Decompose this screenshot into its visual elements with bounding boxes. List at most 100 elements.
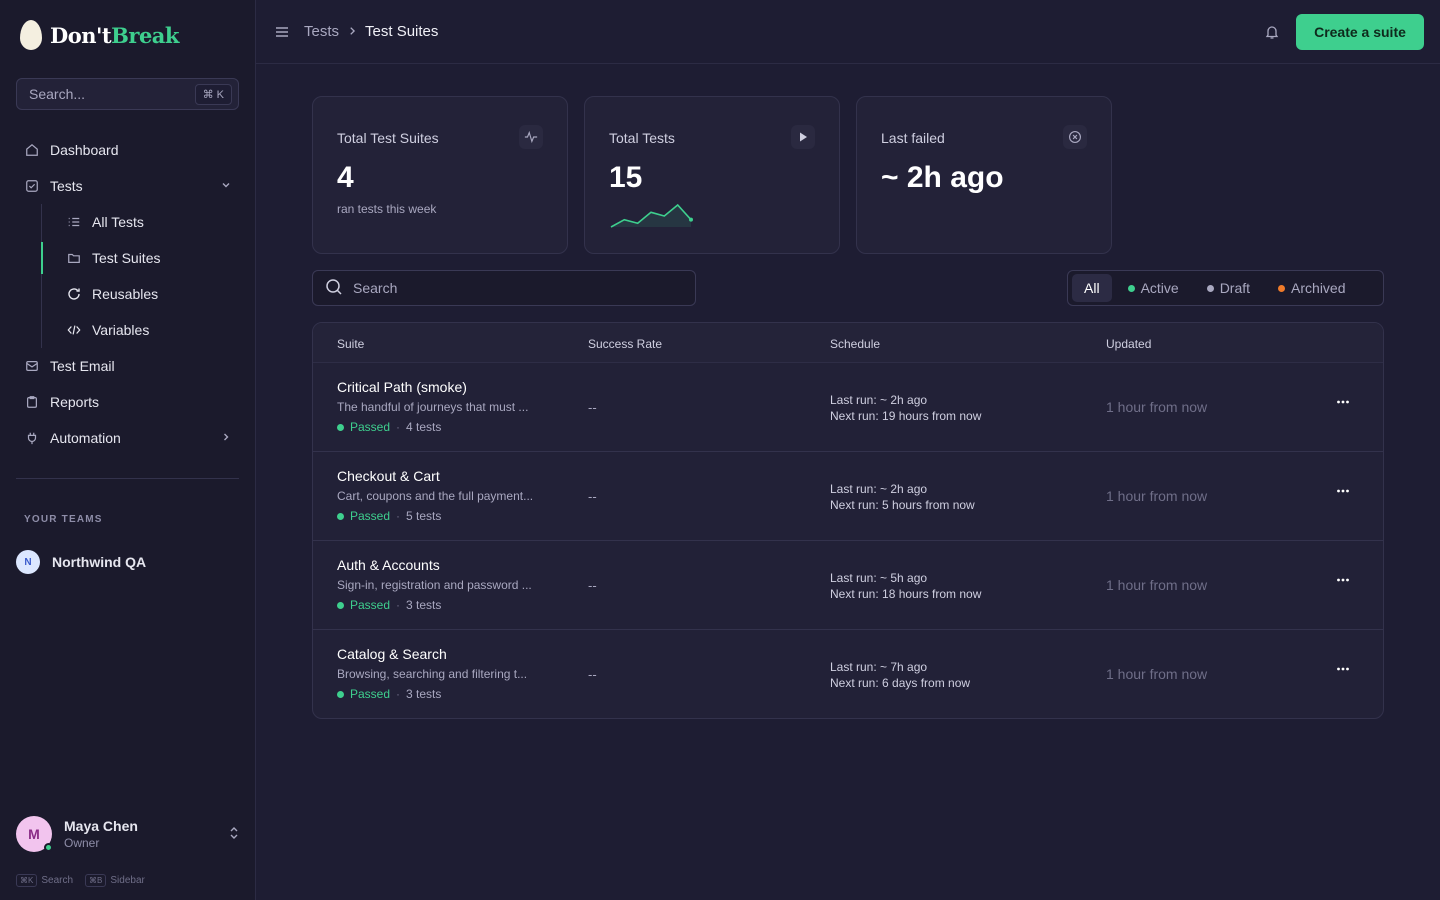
chevron-down-icon[interactable] (220, 179, 232, 194)
stat-card-last-failed: Last failed ~ 2h ago (856, 96, 1112, 254)
meta-separator: · (396, 598, 401, 612)
menu-icon[interactable] (274, 24, 290, 40)
team-item[interactable]: N Northwind QA (16, 550, 146, 574)
stat-label: Total Test Suites (337, 130, 439, 146)
sidebar-item-automation[interactable]: Automation (16, 420, 240, 456)
success-rate: -- (588, 667, 597, 682)
suite-meta: Passed · 3 tests (337, 598, 567, 612)
column-header-success-rate[interactable]: Success Rate (588, 337, 662, 351)
sidebar-item-test-suites[interactable]: Test Suites (41, 240, 240, 276)
activity-icon (519, 125, 543, 149)
more-options-icon[interactable] (1333, 573, 1353, 597)
breadcrumb-current: Test Suites (365, 23, 439, 40)
filter-active[interactable]: Active (1116, 274, 1191, 302)
sidebar-item-label: Reusables (92, 286, 159, 302)
code-icon (66, 322, 82, 338)
success-rate: -- (588, 578, 597, 593)
sidebar-item-label: Dashboard (50, 142, 119, 158)
list-icon (66, 214, 82, 230)
status-dot (337, 690, 344, 698)
suite-meta: Passed · 4 tests (337, 420, 567, 434)
column-header-updated[interactable]: Updated (1106, 337, 1151, 351)
filter-draft[interactable]: Draft (1195, 274, 1262, 302)
table-row[interactable]: Critical Path (smoke) The handful of jour… (313, 363, 1383, 452)
user-role: Owner (64, 836, 100, 850)
sidebar-item-reusables[interactable]: Reusables (42, 276, 240, 312)
chevron-right-icon[interactable] (220, 431, 232, 446)
suite-name[interactable]: Checkout & Cart (337, 468, 567, 484)
more-options-icon[interactable] (1333, 395, 1353, 419)
sidebar-nav: Dashboard Tests All Tests Test Suites Re… (16, 132, 240, 456)
stat-value: 4 (337, 161, 354, 194)
suites-table: Suite Success Rate Schedule Updated Crit… (312, 322, 1384, 719)
bell-icon[interactable] (1264, 24, 1280, 40)
teams-heading: YOUR TEAMS (24, 514, 103, 525)
suite-name[interactable]: Catalog & Search (337, 646, 567, 662)
more-options-icon[interactable] (1333, 484, 1353, 508)
suite-meta: Passed · 3 tests (337, 687, 567, 701)
sidebar-item-variables[interactable]: Variables (42, 312, 240, 348)
filter-archived[interactable]: Archived (1266, 274, 1357, 302)
x-circle-icon (1063, 125, 1087, 149)
status-dot (1127, 284, 1135, 292)
status-dot (1206, 284, 1214, 292)
chevron-up-down-icon[interactable] (228, 825, 240, 844)
user-menu[interactable]: M Maya Chen Owner (16, 816, 240, 852)
tests-sparkline (610, 203, 693, 228)
filter-all[interactable]: All (1072, 274, 1112, 302)
avatar: M (16, 816, 53, 852)
sidebar-search[interactable]: Search... ⌘ K (16, 78, 239, 110)
refresh-icon (66, 286, 82, 302)
suite-description: Cart, coupons and the full payment... (337, 489, 534, 503)
more-options-icon[interactable] (1333, 662, 1353, 686)
suite-name[interactable]: Auth & Accounts (337, 557, 567, 573)
filter-label: Draft (1219, 280, 1251, 296)
updated-time: 1 hour from now (1106, 488, 1208, 504)
status-badge: Passed (337, 687, 390, 701)
column-header-schedule[interactable]: Schedule (830, 337, 880, 351)
updated-time: 1 hour from now (1106, 577, 1208, 593)
play-icon (791, 125, 815, 149)
table-row[interactable]: Auth & Accounts Sign-in, registration and… (313, 541, 1383, 630)
sidebar-divider (16, 478, 239, 479)
table-row[interactable]: Checkout & Cart Cart, coupons and the ful… (313, 452, 1383, 541)
sidebar: Don'tBreak Search... ⌘ K Dashboard Tests (0, 0, 256, 900)
suite-cell: Checkout & Cart Cart, coupons and the ful… (337, 468, 567, 523)
clipboard-icon (24, 394, 40, 410)
egg-logo-icon (20, 20, 42, 50)
next-run: Next run: 18 hours from now (830, 587, 982, 601)
column-header-suite[interactable]: Suite (337, 337, 364, 351)
search-hint: ⌘K Search (16, 874, 73, 887)
sidebar-item-label: Variables (92, 322, 150, 338)
sidebar-item-label: Automation (50, 430, 121, 446)
suite-description: Sign-in, registration and password ... (337, 578, 532, 592)
stat-value: ~ 2h ago (881, 161, 1004, 194)
avatar-initial: M (28, 826, 40, 842)
sidebar-item-reports[interactable]: Reports (16, 384, 240, 420)
last-run: Last run: ~ 2h ago (830, 393, 928, 407)
status-text: Passed (350, 598, 391, 612)
breadcrumb-parent[interactable]: Tests (304, 23, 339, 40)
sidebar-item-tests[interactable]: Tests (16, 168, 240, 204)
last-run: Last run: ~ 5h ago (830, 571, 928, 585)
status-dot (337, 512, 344, 520)
plug-icon (24, 430, 40, 446)
user-name: Maya Chen (64, 818, 138, 834)
brand-logo[interactable]: Don'tBreak (20, 20, 179, 50)
sidebar-item-dashboard[interactable]: Dashboard (16, 132, 240, 168)
updated-time: 1 hour from now (1106, 666, 1208, 682)
stat-label: Last failed (881, 130, 945, 146)
schedule-cell: Last run: ~ 7h ago Next run: 6 days from … (830, 659, 970, 691)
suite-name[interactable]: Critical Path (smoke) (337, 379, 567, 395)
user-info: Maya Chen Owner (64, 818, 216, 850)
sidebar-item-label: All Tests (92, 214, 144, 230)
create-suite-button[interactable]: Create a suite (1296, 14, 1424, 50)
stat-value: 15 (609, 161, 643, 194)
table-row[interactable]: Catalog & Search Browsing, searching and … (313, 630, 1383, 718)
sidebar-item-all-tests[interactable]: All Tests (42, 204, 240, 240)
sidebar-hint: ⌘B Sidebar (85, 874, 145, 887)
suite-meta: Passed · 5 tests (337, 509, 567, 523)
sidebar-item-test-email[interactable]: Test Email (16, 348, 240, 384)
suite-description: Browsing, searching and filtering t... (337, 667, 528, 681)
search-input[interactable]: Search (312, 270, 696, 306)
